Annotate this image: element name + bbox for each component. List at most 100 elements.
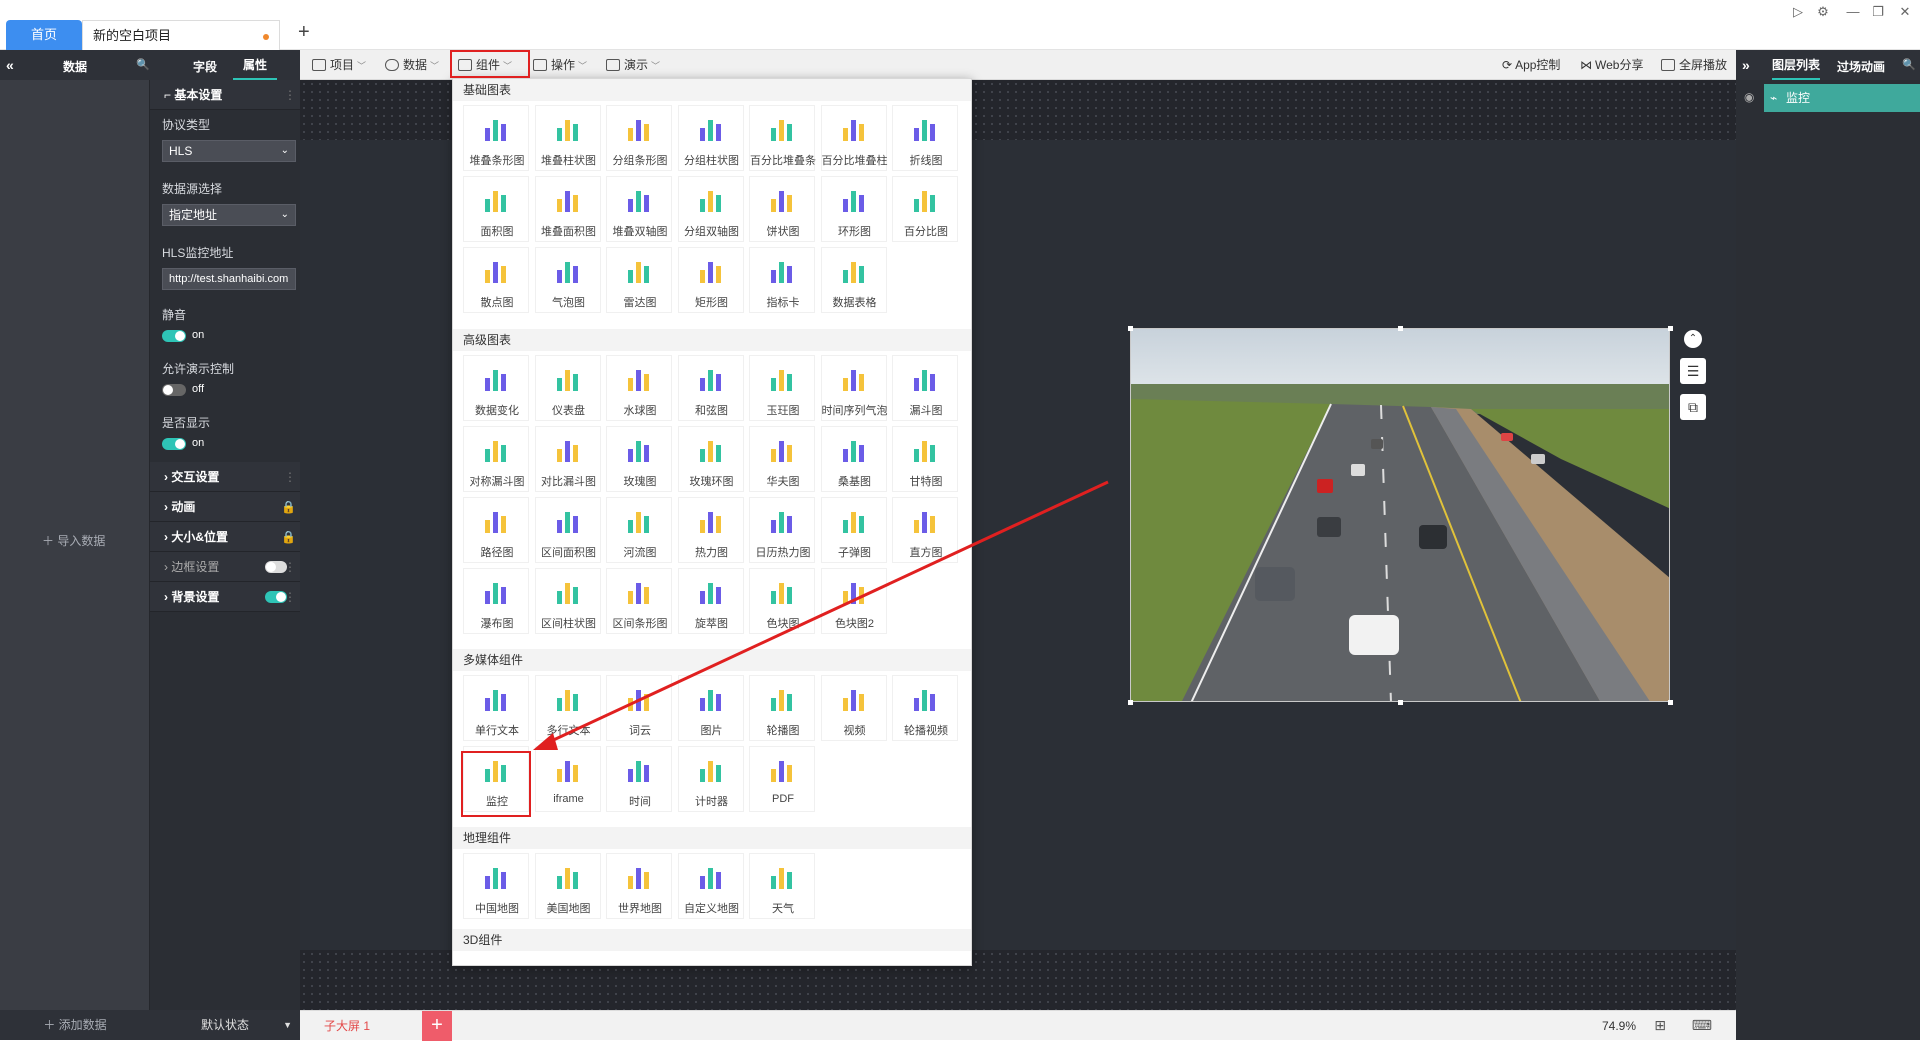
component-tile-media-0[interactable]: 单行文本: [463, 675, 529, 741]
component-tile-media-1[interactable]: 多行文本: [534, 675, 601, 741]
component-tile-advanced-24[interactable]: 旋萃图: [677, 568, 744, 634]
component-tile-advanced-0[interactable]: 数据变化: [463, 355, 529, 421]
component-tile-geo-0[interactable]: 中国地图: [463, 853, 529, 919]
protocol-select[interactable]: HLS ⌄: [162, 140, 296, 162]
component-tile-advanced-13[interactable]: 甘特图: [892, 426, 958, 492]
layers-icon[interactable]: ☰: [1680, 358, 1706, 384]
component-tile-advanced-11[interactable]: 华夫图: [749, 426, 815, 492]
section-background[interactable]: › 背景设置 ⋮: [150, 582, 300, 612]
component-tile-advanced-7[interactable]: 对称漏斗图: [463, 426, 529, 492]
fullscreen-button[interactable]: 全屏播放: [1661, 50, 1727, 80]
section-interact[interactable]: › 交互设置 ⋮: [150, 462, 300, 492]
tab-transition[interactable]: 过场动画: [1837, 58, 1885, 75]
menu-data[interactable]: 数据 ﹀: [385, 50, 439, 80]
component-tile-advanced-17[interactable]: 热力图: [677, 497, 744, 563]
collapse-left-icon[interactable]: «: [6, 57, 14, 73]
tab-props[interactable]: 属性: [233, 50, 277, 80]
component-tile-basic-11[interactable]: 饼状图: [749, 176, 815, 242]
component-tile-advanced-25[interactable]: 色块图: [749, 568, 815, 634]
tab-layers[interactable]: 图层列表: [1772, 50, 1821, 80]
show-toggle[interactable]: [162, 438, 186, 450]
section-basic[interactable]: ⌐ 基本设置 ⋮: [150, 80, 300, 110]
component-tile-basic-6[interactable]: 折线图: [892, 105, 958, 171]
component-tile-advanced-26[interactable]: 色块图2: [820, 568, 887, 634]
default-state-select[interactable]: 默认状态 ▼: [150, 1010, 300, 1040]
copy-icon[interactable]: ⧉: [1680, 394, 1706, 420]
component-tile-advanced-23[interactable]: 区间条形图: [606, 568, 672, 634]
component-tile-basic-18[interactable]: 指标卡: [749, 247, 815, 313]
component-tile-media-4[interactable]: 轮播图: [749, 675, 815, 741]
component-tile-media-3[interactable]: 图片: [677, 675, 744, 741]
component-tile-advanced-2[interactable]: 水球图: [606, 355, 672, 421]
component-tile-advanced-8[interactable]: 对比漏斗图: [534, 426, 601, 492]
component-tile-basic-1[interactable]: 堆叠柱状图: [534, 105, 601, 171]
component-tile-advanced-14[interactable]: 路径图: [463, 497, 529, 563]
component-tile-basic-15[interactable]: 气泡图: [534, 247, 601, 313]
app-control-button[interactable]: ⟳ App控制: [1502, 50, 1560, 80]
component-tile-advanced-12[interactable]: 桑基图: [820, 426, 887, 492]
source-select[interactable]: 指定地址 ⌄: [162, 204, 296, 226]
component-tile-advanced-19[interactable]: 子弹图: [820, 497, 887, 563]
new-tab-button[interactable]: +: [288, 22, 310, 42]
component-tile-media-2[interactable]: 词云: [606, 675, 672, 741]
tab-project[interactable]: 新的空白项目: [82, 20, 280, 50]
menu-operate[interactable]: 操作 ﹀: [533, 50, 587, 80]
close-icon[interactable]: ✕: [1897, 4, 1913, 20]
layer-item-monitor[interactable]: ⌁ 监控: [1764, 84, 1920, 112]
add-screen-button[interactable]: +: [422, 1011, 452, 1041]
component-tile-advanced-3[interactable]: 和弦图: [677, 355, 744, 421]
component-tile-geo-4[interactable]: 天气: [749, 853, 815, 919]
component-tile-advanced-18[interactable]: 日历热力图: [749, 497, 815, 563]
component-tile-basic-10[interactable]: 分组双轴图: [677, 176, 744, 242]
menu-project[interactable]: 项目 ﹀: [312, 50, 366, 80]
component-tile-advanced-4[interactable]: 玉玨图: [749, 355, 815, 421]
component-tile-basic-16[interactable]: 雷达图: [606, 247, 672, 313]
component-tile-advanced-1[interactable]: 仪表盘: [534, 355, 601, 421]
tab-fields[interactable]: 字段: [193, 58, 217, 75]
component-tile-basic-13[interactable]: 百分比图: [892, 176, 958, 242]
play-icon[interactable]: ▷: [1790, 4, 1806, 20]
component-tile-media-8[interactable]: iframe: [534, 746, 601, 812]
collapse-right-icon[interactable]: »: [1742, 57, 1750, 73]
component-tile-basic-3[interactable]: 分组柱状图: [677, 105, 744, 171]
component-tile-media-11[interactable]: PDF: [749, 746, 815, 812]
demo-control-toggle[interactable]: [162, 384, 186, 396]
search-icon[interactable]: 🔍: [136, 58, 150, 71]
component-tile-advanced-21[interactable]: 瀑布图: [463, 568, 529, 634]
mute-toggle[interactable]: [162, 330, 186, 342]
component-tile-basic-17[interactable]: 矩形图: [677, 247, 744, 313]
restore-icon[interactable]: ❐: [1870, 4, 1886, 20]
component-tile-media-5[interactable]: 视频: [820, 675, 887, 741]
component-tile-advanced-10[interactable]: 玫瑰环图: [677, 426, 744, 492]
import-data-button[interactable]: ＋ 导入数据: [42, 532, 105, 549]
component-tile-basic-19[interactable]: 数据表格: [820, 247, 887, 313]
component-tile-geo-1[interactable]: 美国地图: [534, 853, 601, 919]
collapse-up-icon[interactable]: ⌃: [1684, 330, 1702, 348]
component-tile-media-10[interactable]: 计时器: [677, 746, 744, 812]
component-tile-basic-12[interactable]: 环形图: [820, 176, 887, 242]
screen-tab-1[interactable]: 子大屏 1: [306, 1015, 416, 1037]
keyboard-icon[interactable]: ⌨: [1692, 1017, 1712, 1034]
web-share-button[interactable]: ⋈ Web分享: [1580, 50, 1643, 80]
section-animation[interactable]: › 动画 🔒: [150, 492, 300, 522]
hls-url-input[interactable]: http://test.shanhaibi.com: [162, 268, 296, 290]
component-tile-basic-7[interactable]: 面积图: [463, 176, 529, 242]
component-tile-advanced-22[interactable]: 区间柱状图: [534, 568, 601, 634]
menu-demo[interactable]: 演示 ﹀: [606, 50, 660, 80]
component-tile-basic-9[interactable]: 堆叠双轴图: [606, 176, 672, 242]
tab-home[interactable]: 首页: [6, 20, 82, 50]
fit-screen-icon[interactable]: ⊞: [1654, 1017, 1666, 1034]
settings-icon[interactable]: ⚙: [1815, 4, 1831, 20]
component-tile-geo-2[interactable]: 世界地图: [606, 853, 672, 919]
component-tile-basic-0[interactable]: 堆叠条形图: [463, 105, 529, 171]
component-tile-media-9[interactable]: 时间: [606, 746, 672, 812]
eye-icon[interactable]: ◉: [1744, 90, 1754, 104]
section-size-position[interactable]: › 大小&位置 🔒: [150, 522, 300, 552]
component-tile-basic-5[interactable]: 百分比堆叠柱: [820, 105, 888, 171]
component-tile-media-6[interactable]: 轮播视频: [892, 675, 958, 741]
component-tile-geo-3[interactable]: 自定义地图: [677, 853, 744, 919]
component-tile-advanced-16[interactable]: 河流图: [606, 497, 672, 563]
component-tile-basic-4[interactable]: 百分比堆叠条: [749, 105, 816, 171]
monitor-video-component[interactable]: [1130, 328, 1670, 702]
minimize-icon[interactable]: —: [1845, 4, 1861, 20]
